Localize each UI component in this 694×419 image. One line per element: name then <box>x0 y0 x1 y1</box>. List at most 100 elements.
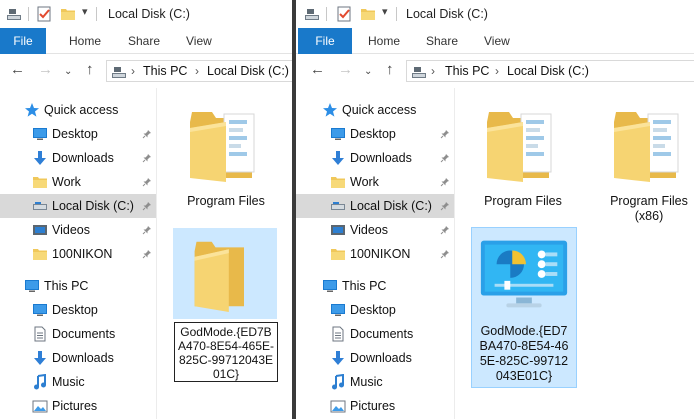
drive-icon <box>6 6 22 22</box>
nav-desktop[interactable]: Desktop <box>0 122 156 146</box>
folder-program-files-x86[interactable]: Program Files (x86) <box>595 100 694 228</box>
pin-icon[interactable] <box>142 153 152 163</box>
tab-home[interactable]: Home <box>368 28 400 54</box>
nav-label: Work <box>350 175 379 189</box>
star-icon <box>24 102 40 118</box>
folder-icon <box>483 104 563 184</box>
new-folder-icon[interactable] <box>60 6 76 22</box>
address-bar[interactable]: › This PC › Local Disk (C:) <box>106 60 292 82</box>
nav-downloads[interactable]: Downloads <box>0 146 156 170</box>
nav-downloads[interactable]: Downloads <box>296 146 454 170</box>
document-icon <box>330 326 346 342</box>
nav-label: Downloads <box>350 351 412 365</box>
nav-work[interactable]: Work <box>296 170 454 194</box>
pin-icon[interactable] <box>440 129 450 139</box>
nav-pc-music[interactable]: Music <box>296 370 454 394</box>
new-folder-icon[interactable] <box>360 6 376 22</box>
forward-arrow-icon[interactable]: → <box>38 62 53 78</box>
window-title: Local Disk (C:) <box>108 7 190 21</box>
nav-label: Downloads <box>350 151 412 165</box>
properties-icon[interactable] <box>36 6 52 22</box>
download-icon <box>32 350 48 366</box>
properties-icon[interactable] <box>336 6 352 22</box>
nav-local-disk[interactable]: Local Disk (C:) <box>296 194 454 218</box>
nav-pc-music[interactable]: Music <box>0 370 156 394</box>
recent-locations-chevron-icon[interactable]: ⌄ <box>64 64 72 80</box>
pin-icon[interactable] <box>142 225 152 235</box>
nav-videos[interactable]: Videos <box>296 218 454 242</box>
breadcrumb-local-disk[interactable]: Local Disk (C:) <box>207 64 289 78</box>
nav-pc-desktop[interactable]: Desktop <box>296 298 454 322</box>
tab-share[interactable]: Share <box>128 28 160 54</box>
nav-label: Local Disk (C:) <box>350 199 432 213</box>
nav-100nikon[interactable]: 100NIKON <box>0 242 156 266</box>
nav-label: Desktop <box>350 127 396 141</box>
pin-icon[interactable] <box>440 177 450 187</box>
folder-program-files[interactable]: Program Files <box>475 100 571 212</box>
folder-icon <box>32 174 48 190</box>
nav-videos[interactable]: Videos <box>0 218 156 242</box>
nav-pc-downloads[interactable]: Downloads <box>0 346 156 370</box>
nav-pc-downloads[interactable]: Downloads <box>296 346 454 370</box>
nav-pc-desktop[interactable]: Desktop <box>0 298 156 322</box>
nav-100nikon[interactable]: 100NIKON <box>296 242 454 266</box>
video-icon <box>330 222 346 238</box>
nav-local-disk[interactable]: Local Disk (C:) <box>0 194 156 218</box>
folder-program-files[interactable]: Program Files <box>181 100 271 212</box>
tab-view[interactable]: View <box>484 28 510 54</box>
nav-this-pc[interactable]: This PC <box>296 274 454 298</box>
back-arrow-icon[interactable]: ← <box>310 62 325 78</box>
nav-this-pc[interactable]: This PC <box>0 274 156 298</box>
separator <box>96 7 97 21</box>
breadcrumb-this-pc[interactable]: This PC <box>445 64 489 78</box>
address-bar[interactable]: › This PC › Local Disk (C:) <box>406 60 694 82</box>
up-arrow-icon[interactable]: ↑ <box>386 62 394 78</box>
quick-access-toolbar-dropdown-icon[interactable]: ▾ <box>382 5 388 18</box>
desktop-icon <box>32 126 48 142</box>
nav-label: 100NIKON <box>52 247 113 261</box>
nav-pc-pictures[interactable]: Pictures <box>0 394 156 418</box>
folder-godmode-selected[interactable] <box>173 228 277 319</box>
separator <box>396 7 397 21</box>
pin-icon[interactable] <box>142 201 152 211</box>
tab-view[interactable]: View <box>186 28 212 54</box>
tab-share[interactable]: Share <box>426 28 458 54</box>
quick-access-toolbar-dropdown-icon[interactable]: ▾ <box>82 5 88 18</box>
rename-textbox[interactable]: GodMode.{ED7BA470-8E54-465E-825C-9971204… <box>174 322 278 382</box>
breadcrumb-separator-icon[interactable]: › <box>431 64 435 78</box>
nav-quick-access[interactable]: Quick access <box>0 98 156 122</box>
nav-quick-access[interactable]: Quick access <box>296 98 454 122</box>
nav-work[interactable]: Work <box>0 170 156 194</box>
pin-icon[interactable] <box>440 153 450 163</box>
tab-home[interactable]: Home <box>69 28 101 54</box>
nav-label: This PC <box>342 279 387 293</box>
tab-file[interactable]: File <box>298 28 352 54</box>
nav-label: Downloads <box>52 351 114 365</box>
nav-pc-documents[interactable]: Documents <box>296 322 454 346</box>
breadcrumb-separator-icon[interactable]: › <box>495 64 499 78</box>
pin-icon[interactable] <box>142 129 152 139</box>
folder-label: Program Files (x86) <box>610 194 688 223</box>
breadcrumb-separator-icon[interactable]: › <box>131 64 135 78</box>
pin-icon[interactable] <box>142 249 152 259</box>
nav-pc-pictures[interactable]: Pictures <box>296 394 454 418</box>
nav-desktop[interactable]: Desktop <box>296 122 454 146</box>
breadcrumb-local-disk[interactable]: Local Disk (C:) <box>507 64 589 78</box>
breadcrumb-separator-icon[interactable]: › <box>195 64 199 78</box>
recent-locations-chevron-icon[interactable]: ⌄ <box>364 64 372 80</box>
nav-pc-documents[interactable]: Documents <box>0 322 156 346</box>
this-pc-icon <box>111 64 127 80</box>
pin-icon[interactable] <box>440 201 450 211</box>
tab-file[interactable]: File <box>0 28 46 54</box>
forward-arrow-icon[interactable]: → <box>338 62 353 78</box>
up-arrow-icon[interactable]: ↑ <box>86 62 94 78</box>
computer-icon <box>24 278 40 294</box>
pin-icon[interactable] <box>142 177 152 187</box>
desktop-icon <box>32 302 48 318</box>
breadcrumb-this-pc[interactable]: This PC <box>143 64 187 78</box>
pin-icon[interactable] <box>440 225 450 235</box>
title-bar: ▾ Local Disk (C:) <box>296 0 694 28</box>
back-arrow-icon[interactable]: ← <box>10 62 25 78</box>
godmode-shortcut-selected[interactable]: GodMode.{ED7BA470-8E54-465E-825C-9971204… <box>471 227 577 388</box>
pin-icon[interactable] <box>440 249 450 259</box>
